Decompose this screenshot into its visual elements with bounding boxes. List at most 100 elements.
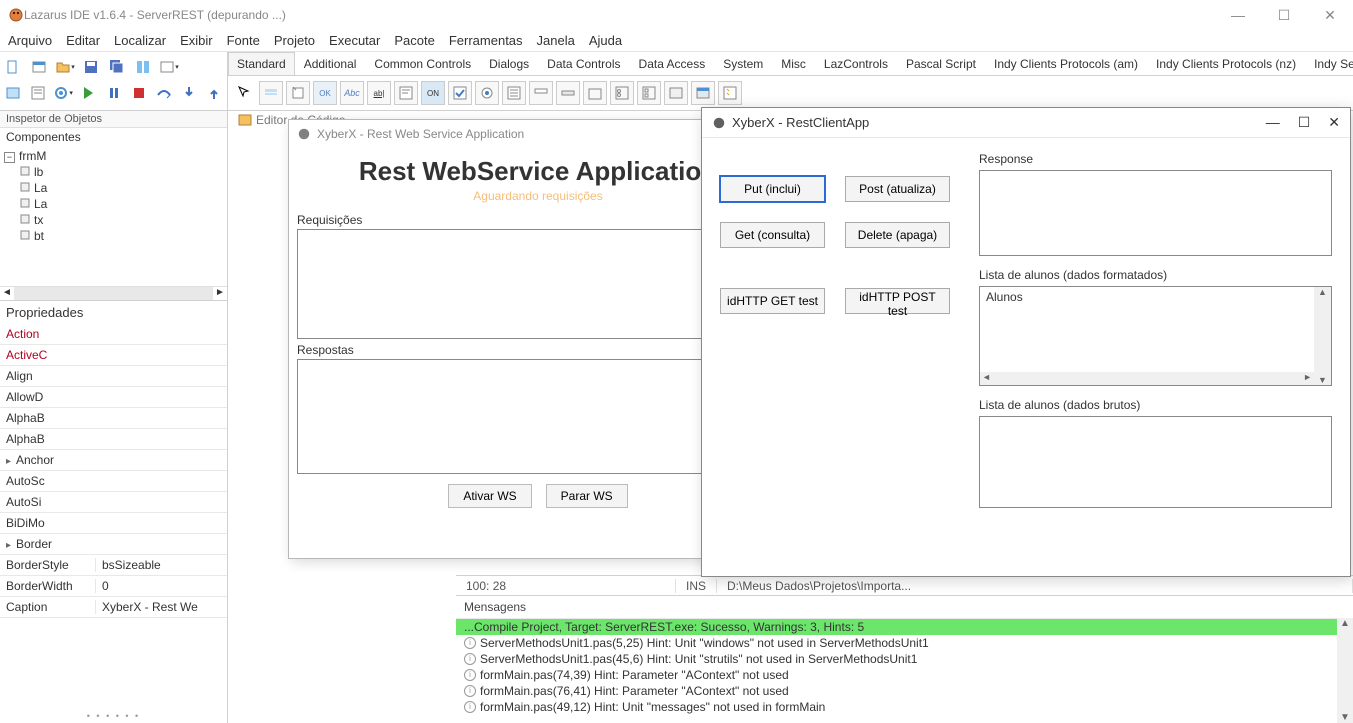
menu-janela[interactable]: Janela <box>537 33 575 48</box>
property-row[interactable]: BorderStylebsSizeable <box>0 555 227 576</box>
component-tab[interactable]: Indy Clients Protocols (am) <box>985 52 1147 75</box>
new-form-button[interactable] <box>28 56 50 78</box>
property-row[interactable]: CaptionXyberX - Rest We <box>0 597 227 618</box>
property-row[interactable]: BiDiMo <box>0 513 227 534</box>
step-over-button[interactable] <box>153 82 174 104</box>
radiobutton-component[interactable] <box>475 81 499 105</box>
property-row[interactable]: AlphaB <box>0 408 227 429</box>
component-tab[interactable]: Common Controls <box>365 52 480 75</box>
save-all-button[interactable] <box>106 56 128 78</box>
message-line[interactable]: iServerMethodsUnit1.pas(45,6) Hint: Unit… <box>456 651 1353 667</box>
menu-pacote[interactable]: Pacote <box>394 33 434 48</box>
checkgroup-component[interactable] <box>637 81 661 105</box>
component-tab[interactable]: LazControls <box>815 52 897 75</box>
message-line[interactable]: ...Compile Project, Target: ServerREST.e… <box>456 619 1353 635</box>
menu-projeto[interactable]: Projeto <box>274 33 315 48</box>
component-tab[interactable]: Data Access <box>630 52 715 75</box>
button-component[interactable]: OK <box>313 81 337 105</box>
checkbox-component[interactable] <box>448 81 472 105</box>
component-tab[interactable]: Misc <box>772 52 815 75</box>
property-row[interactable]: Align <box>0 366 227 387</box>
property-row[interactable]: AllowD <box>0 387 227 408</box>
groupbox-component[interactable] <box>583 81 607 105</box>
menu-arquivo[interactable]: Arquivo <box>8 33 52 48</box>
radiogroup-component[interactable] <box>610 81 634 105</box>
pause-button[interactable] <box>103 82 124 104</box>
property-row[interactable]: AutoSc <box>0 471 227 492</box>
property-row[interactable]: AutoSi <box>0 492 227 513</box>
settings-button[interactable]: ▾ <box>52 82 74 104</box>
label-component[interactable]: Abc <box>340 81 364 105</box>
menu-exibir[interactable]: Exibir <box>180 33 213 48</box>
actionlist-component[interactable] <box>718 81 742 105</box>
minimize-button[interactable]: — <box>1223 7 1253 24</box>
client-close-button[interactable]: ✕ <box>1328 114 1340 131</box>
new-file-button[interactable] <box>2 56 24 78</box>
forms-button[interactable]: ▾ <box>158 56 180 78</box>
menu-localizar[interactable]: Localizar <box>114 33 166 48</box>
panel-component[interactable] <box>664 81 688 105</box>
idhttp-post-button[interactable]: idHTTP POST test <box>845 288 950 314</box>
put-button[interactable]: Put (inclui) <box>720 176 825 202</box>
property-row[interactable]: ActiveC <box>0 345 227 366</box>
tree-node[interactable]: tx <box>2 212 225 228</box>
message-line[interactable]: iformMain.pas(49,12) Hint: Unit "message… <box>456 699 1353 715</box>
component-tab[interactable]: Pascal Script <box>897 52 985 75</box>
close-button[interactable]: ✕ <box>1315 7 1345 24</box>
units-button[interactable] <box>132 56 154 78</box>
lista-hscroll[interactable]: ◄► <box>980 372 1314 385</box>
mainmenu-component[interactable] <box>259 81 283 105</box>
object-tree[interactable]: −frmM lbLaLatxbt <box>0 146 227 286</box>
component-tab[interactable]: Indy Servers Pr <box>1305 52 1353 75</box>
menu-executar[interactable]: Executar <box>329 33 380 48</box>
open-button[interactable]: ▾ <box>54 56 76 78</box>
pointer-tool[interactable] <box>232 81 256 105</box>
stop-button[interactable] <box>128 82 149 104</box>
parar-ws-button[interactable]: Parar WS <box>546 484 628 508</box>
tree-node-root[interactable]: −frmM <box>2 148 225 164</box>
component-tab[interactable]: Additional <box>295 52 366 75</box>
menu-ferramentas[interactable]: Ferramentas <box>449 33 523 48</box>
component-tab[interactable]: Dialogs <box>480 52 538 75</box>
tree-scrollbar[interactable]: ◄► <box>0 286 227 300</box>
message-line[interactable]: iformMain.pas(76,41) Hint: Parameter "AC… <box>456 683 1353 699</box>
tree-node[interactable]: La <box>2 196 225 212</box>
togglebox-component[interactable]: ON <box>421 81 445 105</box>
maximize-button[interactable]: ☐ <box>1269 7 1299 24</box>
menu-editar[interactable]: Editar <box>66 33 100 48</box>
view-units-button[interactable] <box>27 82 48 104</box>
popupmenu-component[interactable] <box>286 81 310 105</box>
step-out-button[interactable] <box>204 82 225 104</box>
lista-vscroll[interactable]: ▲▼ <box>1314 287 1331 385</box>
toggle-form-button[interactable] <box>2 82 23 104</box>
property-row[interactable]: Action <box>0 324 227 345</box>
tree-root-alunos[interactable]: Alunos <box>986 290 1023 304</box>
component-tab[interactable]: Data Controls <box>538 52 629 75</box>
get-button[interactable]: Get (consulta) <box>720 222 825 248</box>
property-row[interactable]: BorderWidth0 <box>0 576 227 597</box>
tree-node[interactable]: bt <box>2 228 225 244</box>
memo-component[interactable] <box>394 81 418 105</box>
listbox-component[interactable] <box>502 81 526 105</box>
lista-formatados-tree[interactable]: Alunos ▲▼ ◄► <box>979 286 1332 386</box>
delete-button[interactable]: Delete (apaga) <box>845 222 950 248</box>
client-maximize-button[interactable]: ☐ <box>1298 114 1311 131</box>
client-minimize-button[interactable]: — <box>1266 114 1280 131</box>
combobox-component[interactable] <box>529 81 553 105</box>
tree-node[interactable]: lb <box>2 164 225 180</box>
property-row[interactable]: ▸Border <box>0 534 227 555</box>
message-line[interactable]: iformMain.pas(74,39) Hint: Parameter "AC… <box>456 667 1353 683</box>
properties-grid[interactable]: ActionActiveCAlignAllowDAlphaBAlphaB▸Anc… <box>0 324 227 709</box>
step-into-button[interactable] <box>179 82 200 104</box>
tree-node[interactable]: La <box>2 180 225 196</box>
message-line[interactable]: iServerMethodsUnit1.pas(5,25) Hint: Unit… <box>456 635 1353 651</box>
frame-component[interactable] <box>691 81 715 105</box>
scrollbar-component[interactable] <box>556 81 580 105</box>
component-tab[interactable]: Standard <box>228 52 295 75</box>
component-tab[interactable]: System <box>714 52 772 75</box>
messages-scrollbar[interactable]: ▲▼ <box>1337 618 1353 723</box>
menu-ajuda[interactable]: Ajuda <box>589 33 622 48</box>
property-row[interactable]: AlphaB <box>0 429 227 450</box>
response-memo[interactable] <box>979 170 1332 256</box>
component-tab[interactable]: Indy Clients Protocols (nz) <box>1147 52 1305 75</box>
